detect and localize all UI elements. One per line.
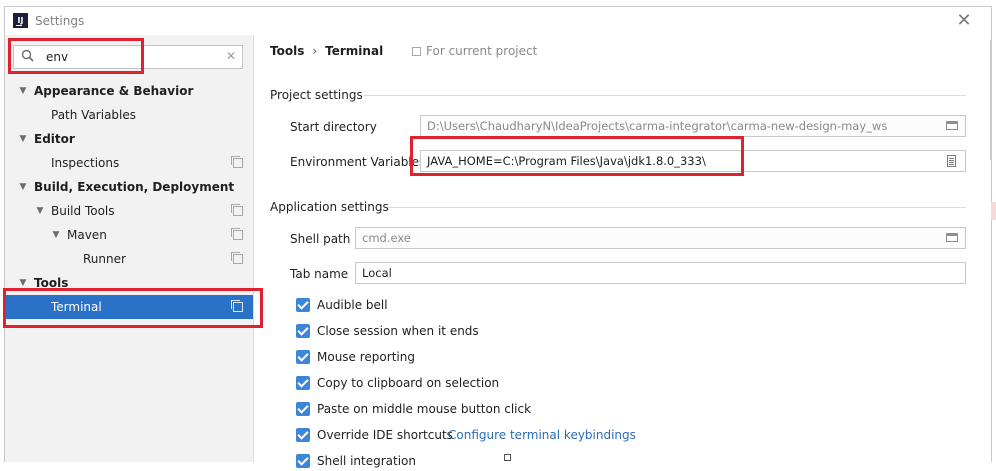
project-scope-icon (231, 300, 243, 312)
application-settings-title: Application settings (270, 200, 389, 214)
shell-path-field[interactable]: cmd.exe (355, 227, 966, 249)
checkbox-checked-icon[interactable] (296, 324, 310, 338)
tree-item-build-execution-deployment[interactable]: ▼ Build, Execution, Deployment (5, 175, 253, 199)
environment-variables-label: Environment Variables (290, 155, 426, 169)
tree-item-maven[interactable]: ▼ Maven (5, 223, 253, 247)
checkbox-label: Override IDE shortcuts (317, 428, 453, 442)
checkbox-checked-icon[interactable] (296, 454, 310, 468)
background-window-fragment (991, 202, 996, 220)
breadcrumb-terminal: Terminal (325, 44, 384, 58)
start-directory-field[interactable]: D:\Users\ChaudharyN\IdeaProjects\carma-i… (420, 115, 966, 137)
browse-folder-icon[interactable] (946, 233, 958, 242)
settings-window: IJ Settings ✕ env ✕ ▼ Appearance & Behav… (4, 6, 992, 468)
project-scope-icon (231, 156, 243, 168)
tree-item-path-variables[interactable]: Path Variables (5, 103, 253, 127)
checkbox-checked-icon[interactable] (296, 428, 310, 442)
checkbox-label: Shell integration (317, 454, 417, 468)
close-icon[interactable]: ✕ (953, 10, 975, 32)
checkbox-label: Mouse reporting (317, 350, 415, 364)
tree-item-inspections[interactable]: Inspections (5, 151, 253, 175)
tree-item-build-tools[interactable]: ▼ Build Tools (5, 199, 253, 223)
edit-env-vars-icon[interactable] (947, 155, 956, 167)
configure-keybindings-link[interactable]: Configure terminal keybindings (448, 428, 636, 442)
tab-name-field[interactable]: Local (355, 262, 966, 284)
checkbox-checked-icon[interactable] (296, 298, 310, 312)
chevron-down-icon[interactable]: ▼ (50, 223, 62, 247)
chevron-down-icon[interactable]: ▼ (17, 127, 29, 151)
chevron-down-icon[interactable]: ▼ (17, 175, 29, 199)
project-scope-icon (412, 47, 421, 56)
shell-path-value: cmd.exe (362, 231, 411, 245)
intellij-logo-icon: IJ (13, 13, 28, 28)
tree-item-label: Appearance & Behavior (34, 84, 194, 98)
start-directory-label: Start directory (290, 120, 377, 134)
shell-path-label: Shell path (290, 232, 351, 246)
tree-item-label: Inspections (51, 156, 120, 170)
breadcrumb-tools[interactable]: Tools (270, 44, 304, 58)
checkbox-label: Paste on middle mouse button click (317, 402, 532, 416)
tree-item-runner[interactable]: Runner (5, 247, 253, 271)
tree-item-editor[interactable]: ▼ Editor (5, 127, 253, 151)
breadcrumb-separator: › (312, 44, 318, 58)
tree-item-label: Maven (67, 228, 107, 242)
chevron-down-icon[interactable]: ▼ (34, 199, 46, 223)
environment-variables-value: JAVA_HOME=C:\Program Files\Java\jdk1.8.0… (427, 154, 706, 168)
background-window-edge (990, 40, 991, 160)
tree-item-label: Terminal (51, 300, 102, 314)
checkbox-label: Audible bell (317, 298, 388, 312)
tab-name-label: Tab name (290, 267, 349, 281)
checkbox-label: Close session when it ends (317, 324, 479, 338)
project-scope-icon (231, 204, 243, 216)
checkbox-checked-icon[interactable] (296, 350, 310, 364)
settings-content: Tools › Terminal For current project Proje… (254, 35, 991, 468)
checkbox-checked-icon[interactable] (296, 376, 310, 390)
search-icon (21, 49, 34, 62)
search-input[interactable]: env ✕ (13, 45, 243, 69)
breadcrumb: Tools › Terminal (270, 44, 383, 58)
tree-item-label: Tools (34, 276, 69, 290)
tree-item-appearance-behavior[interactable]: ▼ Appearance & Behavior (5, 79, 253, 103)
checkbox-checked-icon[interactable] (296, 402, 310, 416)
tab-name-value: Local (362, 266, 392, 280)
project-scope-icon (231, 228, 243, 240)
tree-item-label: Build Tools (51, 204, 115, 218)
window-title: Settings (35, 14, 85, 28)
browse-folder-icon[interactable] (946, 121, 958, 130)
tree-item-label: Runner (83, 252, 126, 266)
tree-item-label: Editor (34, 132, 75, 146)
section-divider (364, 95, 966, 96)
scope-indicator: For current project (412, 44, 537, 58)
tree-item-tools[interactable]: ▼ Tools (5, 271, 253, 295)
search-value: env (46, 50, 69, 64)
tree-item-terminal[interactable]: Terminal (5, 295, 253, 319)
project-scope-icon (231, 252, 243, 264)
scope-label: For current project (426, 44, 538, 58)
tree-item-label: Build, Execution, Deployment (34, 180, 235, 194)
clear-search-icon[interactable]: ✕ (226, 49, 236, 63)
settings-sidebar: env ✕ ▼ Appearance & Behavior Path Varia… (5, 35, 254, 462)
chevron-down-icon[interactable]: ▼ (17, 79, 29, 103)
chevron-down-icon[interactable]: ▼ (17, 271, 29, 295)
section-divider (388, 207, 966, 208)
project-settings-title: Project settings (270, 88, 363, 102)
checkbox-label: Copy to clipboard on selection (317, 376, 500, 390)
resize-handle[interactable] (504, 454, 511, 461)
tree-item-label: Path Variables (51, 108, 137, 122)
start-directory-value: D:\Users\ChaudharyN\IdeaProjects\carma-i… (427, 119, 888, 133)
title-bar: IJ Settings ✕ (5, 7, 991, 35)
environment-variables-field[interactable]: JAVA_HOME=C:\Program Files\Java\jdk1.8.0… (420, 150, 966, 172)
